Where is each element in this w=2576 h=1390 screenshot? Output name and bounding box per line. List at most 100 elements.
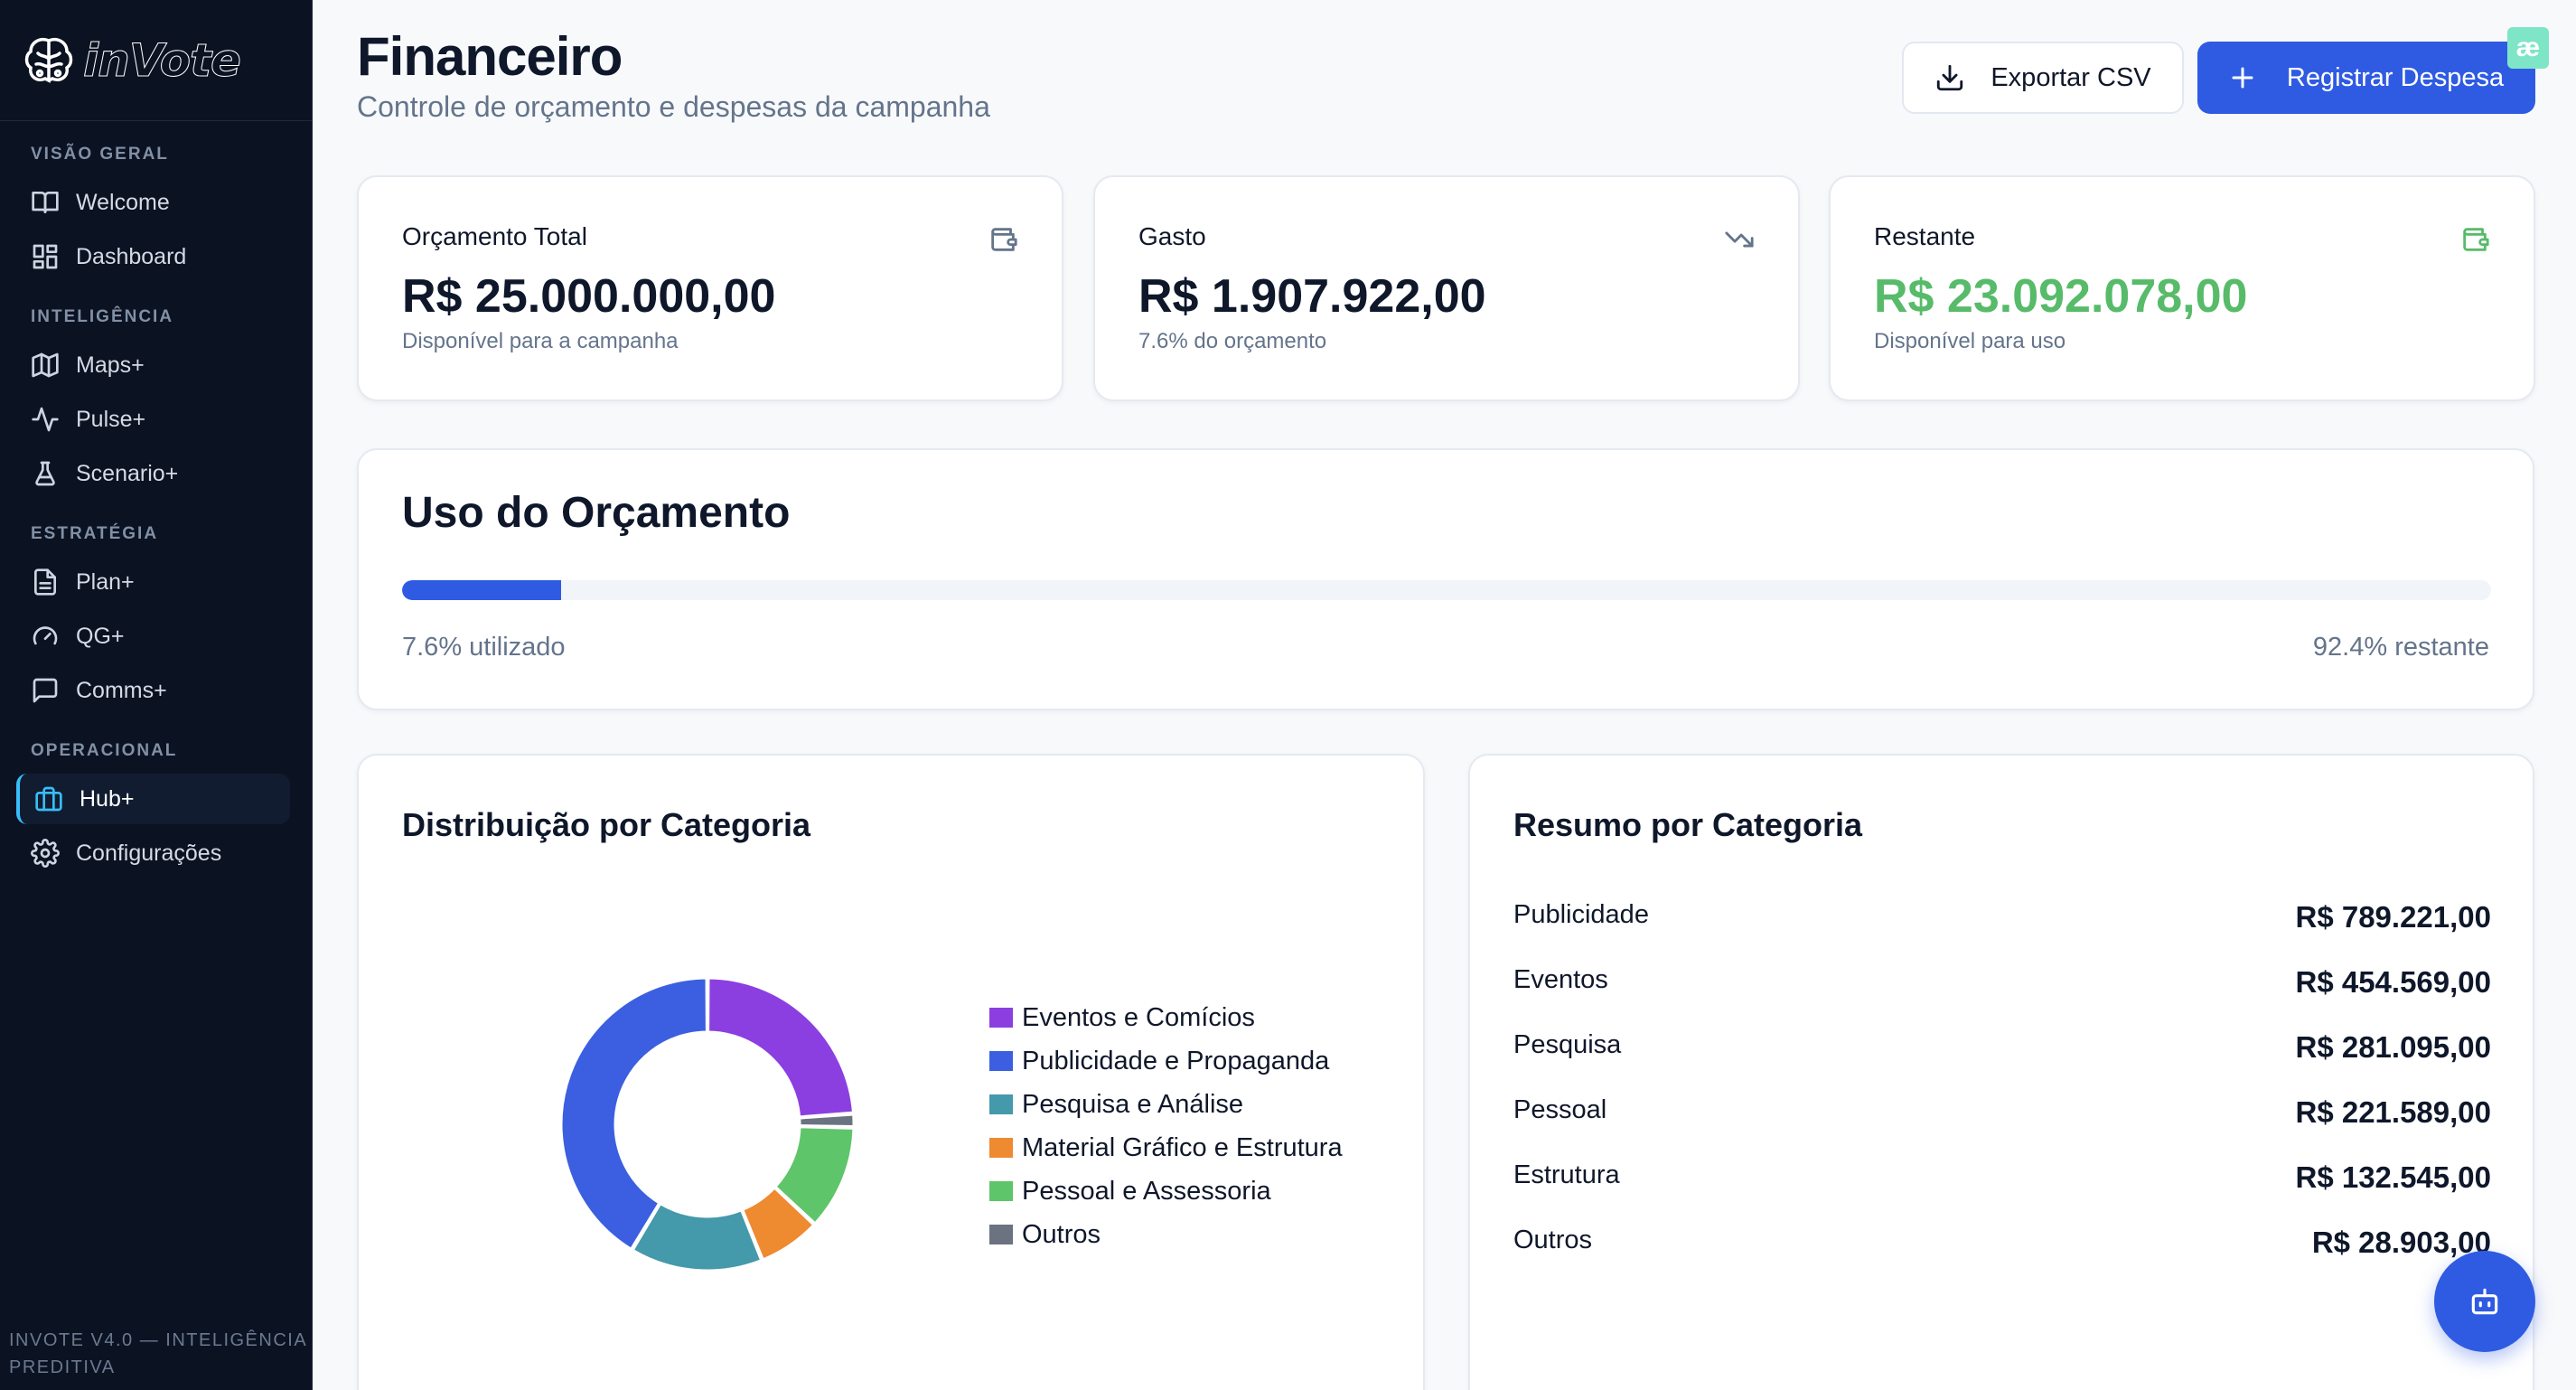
brain-logo-icon bbox=[24, 37, 73, 83]
export-csv-label: Exportar CSV bbox=[1991, 62, 2151, 92]
nav-section-estrategia: ESTRATÉGIA bbox=[31, 524, 159, 543]
sidebar-item-label: Pulse+ bbox=[76, 406, 146, 432]
sidebar-item-maps[interactable]: Maps+ bbox=[16, 340, 290, 390]
summary-category-label: Pessoal bbox=[1513, 1095, 1607, 1124]
sidebar-item-label: Welcome bbox=[76, 189, 170, 215]
stat-label: Restante bbox=[1874, 222, 1976, 250]
legend-swatch bbox=[989, 1051, 1013, 1071]
summary-row-pesquisa: Pesquisa R$ 281.095,00 bbox=[1513, 1030, 2491, 1065]
legend-label: Publicidade e Propaganda bbox=[1022, 1046, 1330, 1075]
sidebar-item-welcome[interactable]: Welcome bbox=[16, 177, 290, 228]
sidebar: inVote VISÃO GERAL Welcome Dashboard INTELI… bbox=[0, 0, 313, 1390]
budget-progress-track bbox=[402, 580, 2491, 600]
summary-row-pessoal: Pessoal R$ 221.589,00 bbox=[1513, 1095, 2491, 1130]
sidebar-item-dashboard[interactable]: Dashboard bbox=[16, 231, 290, 282]
legend-item-pesquisa-e-analise[interactable]: Pesquisa e Análise bbox=[989, 1083, 1343, 1126]
summary-row-outros: Outros R$ 28.903,00 bbox=[1513, 1226, 2491, 1260]
page-title: Financeiro bbox=[357, 26, 623, 87]
sidebar-item-qg[interactable]: QG+ bbox=[16, 611, 290, 662]
flask-icon bbox=[35, 461, 55, 486]
activity-icon bbox=[32, 407, 59, 432]
summary-title: Resumo por Categoria bbox=[1513, 806, 1863, 843]
stat-card-orcamento-total: Orçamento Total R$ 25.000.000,00 Disponíve… bbox=[357, 175, 1063, 401]
sidebar-item-label: Comms+ bbox=[76, 677, 167, 703]
trending-down-icon bbox=[1725, 231, 1754, 248]
brand-name: inVote bbox=[83, 33, 242, 87]
export-csv-button[interactable]: Exportar CSV bbox=[1902, 42, 2184, 114]
summary-amount: R$ 132.545,00 bbox=[2295, 1160, 2491, 1194]
summary-category-label: Estrutura bbox=[1513, 1160, 1620, 1189]
wallet-icon bbox=[991, 228, 1017, 251]
sidebar-item-comms[interactable]: Comms+ bbox=[16, 665, 290, 716]
nav-section-visao-geral: VISÃO GERAL bbox=[31, 145, 169, 164]
plus-icon bbox=[2232, 67, 2253, 89]
chart-legend: Eventos e Comícios Publicidade e Propagan… bbox=[989, 996, 1343, 1256]
gauge-icon bbox=[33, 626, 58, 645]
legend-swatch bbox=[989, 1094, 1013, 1114]
sidebar-item-label: Maps+ bbox=[76, 352, 145, 378]
legend-item-material-grafico-e-estrutura[interactable]: Material Gráfico e Estrutura bbox=[989, 1126, 1343, 1169]
legend-item-outros[interactable]: Outros bbox=[989, 1213, 1343, 1256]
sidebar-item-label: Plan+ bbox=[76, 568, 135, 595]
stat-subtext: Disponível para uso bbox=[1874, 329, 2066, 353]
budget-usage-title: Uso do Orçamento bbox=[402, 489, 791, 537]
summary-row-publicidade: Publicidade R$ 789.221,00 bbox=[1513, 900, 2491, 934]
sidebar-item-hub[interactable]: Hub+ bbox=[16, 774, 290, 824]
sidebar-item-label: Dashboard bbox=[76, 243, 187, 269]
summary-card: Resumo por Categoria Publicidade R$ 789.2… bbox=[1468, 754, 2534, 1390]
donut-slice-eventos-e-comicios[interactable] bbox=[707, 976, 856, 1119]
legend-item-publicidade-e-propaganda[interactable]: Publicidade e Propaganda bbox=[989, 1039, 1343, 1083]
sidebar-item-pulse[interactable]: Pulse+ bbox=[16, 394, 290, 445]
legend-item-pessoal-e-assessoria[interactable]: Pessoal e Assessoria bbox=[989, 1169, 1343, 1213]
stat-subtext: Disponível para a campanha bbox=[402, 329, 679, 353]
budget-remaining-label: 92.4% restante bbox=[2312, 633, 2489, 662]
summary-amount: R$ 454.569,00 bbox=[2295, 965, 2491, 999]
sidebar-item-label: Scenario+ bbox=[76, 460, 179, 486]
legend-label: Eventos e Comícios bbox=[1022, 1002, 1255, 1032]
stat-value: R$ 25.000.000,00 bbox=[402, 270, 776, 323]
sidebar-item-plan[interactable]: Plan+ bbox=[16, 557, 290, 607]
budget-usage-card: Uso do Orçamento 7.6% utilizado 92.4% re… bbox=[357, 448, 2534, 710]
legend-swatch bbox=[989, 1181, 1013, 1201]
budget-used-label: 7.6% utilizado bbox=[402, 633, 566, 662]
stat-icon-wrap bbox=[1724, 224, 1755, 255]
stat-subtext: 7.6% do orçamento bbox=[1138, 329, 1327, 353]
stat-icon-wrap bbox=[988, 224, 1018, 255]
summary-row-eventos: Eventos R$ 454.569,00 bbox=[1513, 965, 2491, 1000]
brand[interactable]: inVote bbox=[0, 0, 312, 121]
register-expense-button[interactable]: Registrar Despesa bbox=[2197, 42, 2535, 114]
sidebar-nav: VISÃO GERAL Welcome Dashboard INTELIGÊNCIA M… bbox=[0, 145, 312, 878]
assistant-bot-button[interactable] bbox=[2434, 1251, 2535, 1352]
stat-label: Gasto bbox=[1138, 222, 1206, 250]
donut-slice-outros[interactable] bbox=[798, 1113, 856, 1129]
stat-value: R$ 1.907.922,00 bbox=[1138, 270, 1486, 323]
summary-row-estrutura: Estrutura R$ 132.545,00 bbox=[1513, 1160, 2491, 1195]
wallet-icon bbox=[2463, 228, 2489, 251]
summary-category-label: Outros bbox=[1513, 1226, 1593, 1254]
briefcase-icon bbox=[35, 786, 62, 812]
gear-icon bbox=[31, 839, 60, 868]
legend-swatch bbox=[989, 1225, 1013, 1244]
legend-label: Pessoal e Assessoria bbox=[1022, 1176, 1271, 1206]
download-icon bbox=[1937, 64, 1963, 91]
extension-badge-icon[interactable]: æ bbox=[2507, 27, 2549, 69]
summary-category-label: Publicidade bbox=[1513, 900, 1649, 929]
stat-card-gasto: Gasto R$ 1.907.922,00 7.6% do orçamento bbox=[1093, 175, 1800, 401]
file-text-icon bbox=[34, 568, 56, 596]
register-expense-label: Registrar Despesa bbox=[2286, 62, 2505, 92]
stat-value: R$ 23.092.078,00 bbox=[1874, 270, 2248, 323]
sidebar-item-scenario[interactable]: Scenario+ bbox=[16, 448, 290, 499]
legend-label: Outros bbox=[1022, 1219, 1101, 1249]
legend-item-eventos-e-comicios[interactable]: Eventos e Comícios bbox=[989, 996, 1343, 1039]
nav-section-operacional: OPERACIONAL bbox=[31, 741, 178, 760]
summary-amount: R$ 789.221,00 bbox=[2295, 900, 2491, 934]
message-square-icon bbox=[33, 678, 58, 703]
sidebar-item-configuracoes[interactable]: Configurações bbox=[16, 828, 290, 878]
legend-label: Pesquisa e Análise bbox=[1022, 1089, 1244, 1119]
sidebar-item-label: Hub+ bbox=[80, 785, 135, 812]
donut-slice-publicidade-e-propaganda[interactable] bbox=[559, 976, 708, 1252]
stat-icon-wrap bbox=[2459, 224, 2490, 255]
summary-amount: R$ 281.095,00 bbox=[2295, 1030, 2491, 1064]
budget-progress-fill bbox=[402, 580, 561, 600]
page-subtitle: Controle de orçamento e despesas da camp… bbox=[357, 90, 990, 123]
